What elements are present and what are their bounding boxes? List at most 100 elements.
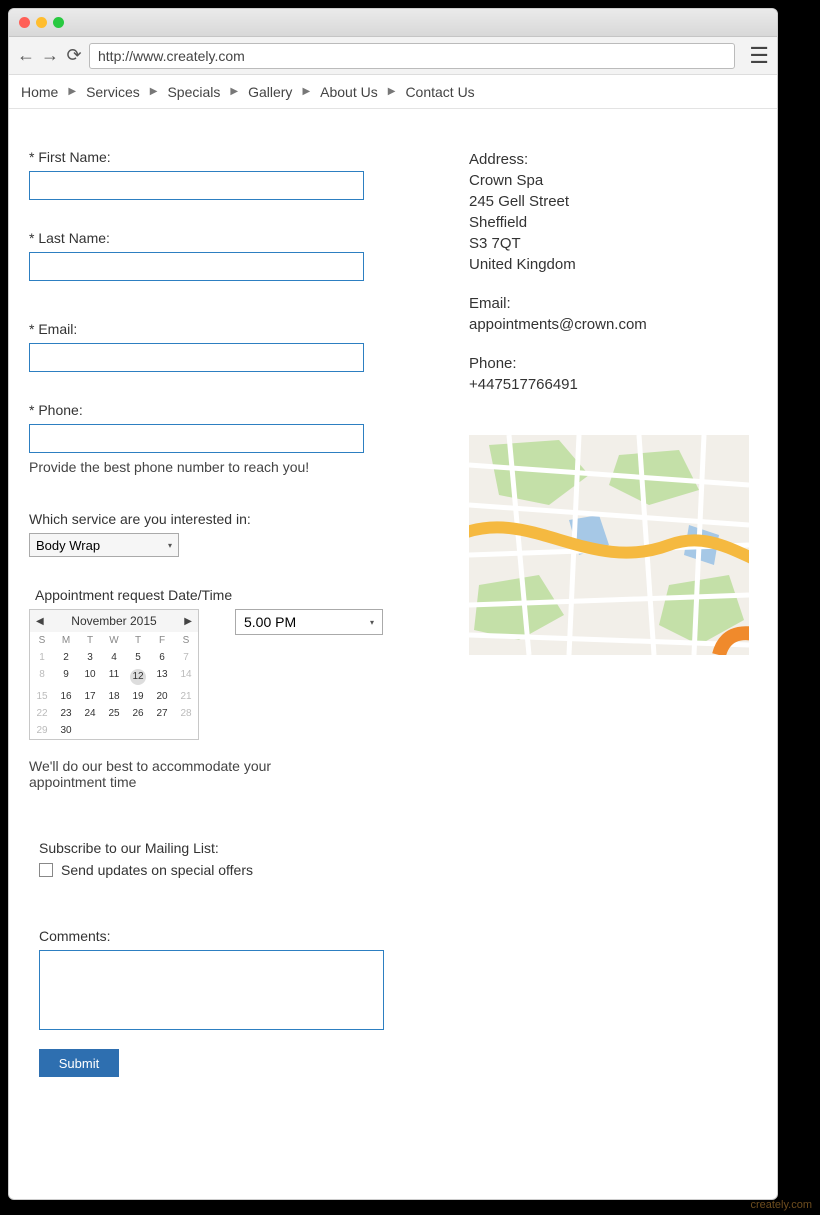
address-line: Sheffield (469, 212, 757, 233)
calendar-day[interactable]: 7 (174, 649, 198, 666)
calendar-day[interactable]: 21 (174, 688, 198, 705)
chevron-right-icon: ▶ (302, 86, 310, 97)
chevron-right-icon: ▶ (68, 86, 76, 97)
calendar-next-icon[interactable]: ▶ (184, 616, 192, 627)
calendar-day (150, 722, 174, 739)
calendar-day (102, 722, 126, 739)
reload-button[interactable]: ⟳ (65, 45, 83, 66)
nav-contact-us[interactable]: Contact Us (405, 84, 474, 100)
calendar-title: November 2015 (71, 614, 156, 628)
calendar-day[interactable]: 27 (150, 705, 174, 722)
nav-home[interactable]: Home (21, 84, 58, 100)
calendar-day[interactable]: 14 (174, 666, 198, 688)
calendar-day[interactable]: 2 (54, 649, 78, 666)
contact-form: * First Name: * Last Name: * Email: * Ph… (29, 149, 389, 1095)
calendar-day[interactable]: 8 (30, 666, 54, 688)
calendar-day[interactable]: 28 (174, 705, 198, 722)
first-name-input[interactable] (29, 171, 364, 200)
back-button[interactable]: ← (17, 45, 35, 66)
calendar-day[interactable]: 6 (150, 649, 174, 666)
info-column: Address: Crown Spa245 Gell StreetSheffie… (469, 149, 757, 1095)
browser-window: ← → ⟳ http://www.creately.com ☰ Home ▶ Ser… (8, 8, 778, 1200)
nav-services[interactable]: Services (86, 84, 140, 100)
email-label: * Email: (29, 321, 389, 337)
address-line: 245 Gell Street (469, 191, 757, 212)
calendar-prev-icon[interactable]: ◀ (36, 616, 44, 627)
phone-label: * Phone: (29, 402, 389, 418)
calendar[interactable]: ◀ November 2015 ▶ SMTWTFS123456789101112… (29, 609, 199, 740)
address-label: Address: (469, 149, 757, 170)
calendar-day[interactable]: 26 (126, 705, 150, 722)
url-input[interactable]: http://www.creately.com (89, 43, 735, 69)
time-select[interactable]: 5.00 PM ▾ (235, 609, 383, 635)
calendar-day[interactable]: 25 (102, 705, 126, 722)
chevron-down-icon: ▾ (168, 541, 172, 550)
nav-specials[interactable]: Specials (167, 84, 220, 100)
calendar-dow: F (150, 632, 174, 649)
appointment-hint: We'll do our best to accommodate your ap… (29, 758, 329, 790)
calendar-day[interactable]: 19 (126, 688, 150, 705)
calendar-day[interactable]: 13 (150, 666, 174, 688)
calendar-day[interactable]: 16 (54, 688, 78, 705)
nav-gallery[interactable]: Gallery (248, 84, 292, 100)
window-maximize-icon[interactable] (53, 17, 64, 28)
calendar-day[interactable]: 23 (54, 705, 78, 722)
phone-info-label: Phone: (469, 353, 757, 374)
mailing-option: Send updates on special offers (61, 862, 253, 878)
last-name-label: * Last Name: (29, 230, 389, 246)
comments-label: Comments: (39, 928, 389, 944)
first-name-label: * First Name: (29, 149, 389, 165)
address-line: S3 7QT (469, 233, 757, 254)
calendar-day[interactable]: 17 (78, 688, 102, 705)
service-label: Which service are you interested in: (29, 511, 389, 527)
calendar-dow: S (30, 632, 54, 649)
calendar-dow: M (54, 632, 78, 649)
chevron-right-icon: ▶ (230, 86, 238, 97)
email-label: Email: (469, 293, 757, 314)
time-selected: 5.00 PM (244, 614, 296, 630)
window-minimize-icon[interactable] (36, 17, 47, 28)
calendar-day (78, 722, 102, 739)
service-selected: Body Wrap (36, 538, 100, 553)
calendar-day[interactable]: 24 (78, 705, 102, 722)
service-select[interactable]: Body Wrap ▾ (29, 533, 179, 557)
menu-icon[interactable]: ☰ (749, 43, 769, 69)
calendar-day[interactable]: 30 (54, 722, 78, 739)
chevron-down-icon: ▾ (370, 618, 374, 627)
last-name-input[interactable] (29, 252, 364, 281)
calendar-dow: W (102, 632, 126, 649)
mailing-label: Subscribe to our Mailing List: (39, 840, 389, 856)
calendar-day[interactable]: 11 (102, 666, 126, 688)
chevron-right-icon: ▶ (150, 86, 158, 97)
calendar-day[interactable]: 18 (102, 688, 126, 705)
email-input[interactable] (29, 343, 364, 372)
calendar-day[interactable]: 20 (150, 688, 174, 705)
calendar-day[interactable]: 29 (30, 722, 54, 739)
calendar-dow: T (78, 632, 102, 649)
address-line: Crown Spa (469, 170, 757, 191)
browser-toolbar: ← → ⟳ http://www.creately.com ☰ (9, 37, 777, 75)
chevron-right-icon: ▶ (388, 86, 396, 97)
calendar-day[interactable]: 4 (102, 649, 126, 666)
calendar-day[interactable]: 10 (78, 666, 102, 688)
calendar-day[interactable]: 3 (78, 649, 102, 666)
email-value: appointments@crown.com (469, 314, 757, 335)
url-text: http://www.creately.com (98, 48, 245, 64)
forward-button[interactable]: → (41, 45, 59, 66)
address-line: United Kingdom (469, 254, 757, 275)
calendar-dow: S (174, 632, 198, 649)
phone-input[interactable] (29, 424, 364, 453)
calendar-day[interactable]: 1 (30, 649, 54, 666)
calendar-day[interactable]: 22 (30, 705, 54, 722)
calendar-day[interactable]: 5 (126, 649, 150, 666)
mailing-checkbox[interactable] (39, 863, 53, 877)
window-close-icon[interactable] (19, 17, 30, 28)
comments-input[interactable] (39, 950, 384, 1030)
calendar-day[interactable]: 15 (30, 688, 54, 705)
address-block: Address: Crown Spa245 Gell StreetSheffie… (469, 149, 757, 395)
calendar-day[interactable]: 9 (54, 666, 78, 688)
submit-button[interactable]: Submit (39, 1049, 119, 1077)
calendar-day[interactable]: 12 (126, 666, 150, 688)
nav-about-us[interactable]: About Us (320, 84, 378, 100)
map[interactable] (469, 435, 749, 655)
